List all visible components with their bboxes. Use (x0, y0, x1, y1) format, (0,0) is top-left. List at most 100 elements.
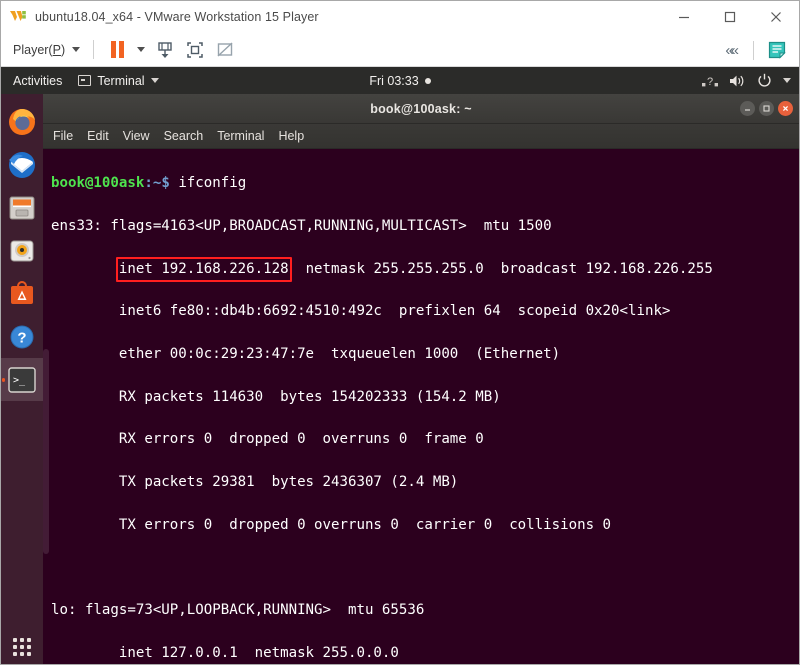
minimize-button[interactable] (661, 1, 707, 33)
menu-item-view[interactable]: View (123, 129, 150, 143)
terminal-line: inet 127.0.0.1 netmask 255.0.0.0 (51, 643, 795, 664)
ubuntu-dock: ? >_ (1, 94, 43, 664)
dock-item-terminal[interactable]: >_ (1, 358, 43, 401)
output-text: inet 127.0.0.1 netmask 255.0.0.0 (51, 644, 399, 661)
terminal-scrollbar[interactable] (43, 349, 49, 554)
notification-dot-icon (424, 77, 431, 84)
firefox-icon (9, 108, 35, 135)
terminal-close-button[interactable] (778, 101, 793, 116)
close-button[interactable] (753, 1, 799, 33)
terminal-line: lo: flags=73<UP,LOOPBACK,RUNNING> mtu 65… (51, 600, 795, 621)
menu-item-file[interactable]: File (53, 129, 73, 143)
panel-app-menu[interactable]: Terminal (72, 74, 164, 88)
unity-mode-disabled-icon (217, 41, 233, 57)
dock-item-ubuntu-software[interactable] (1, 272, 43, 315)
menu-item-terminal[interactable]: Terminal (217, 129, 264, 143)
activities-button[interactable]: Activities (1, 74, 72, 88)
files-icon (9, 196, 35, 219)
dock-item-firefox[interactable] (1, 100, 43, 143)
terminal-icon (78, 75, 92, 86)
toolbar-divider-right (753, 40, 754, 60)
menu-item-help[interactable]: Help (278, 129, 304, 143)
vmware-toolbar-right: «« (725, 33, 793, 67)
output-text: ens33: flags=4163<UP,BROADCAST,RUNNING,M… (51, 218, 552, 235)
dock-item-rhythmbox[interactable] (1, 229, 43, 272)
thunderbird-icon (9, 151, 35, 178)
toolbar-divider (93, 40, 95, 59)
player-menu-button[interactable]: Player(P) (9, 41, 84, 59)
player-menu-label-post: ) (60, 42, 66, 57)
network-unknown-icon: ? (702, 76, 718, 88)
chevron-down-icon (72, 47, 81, 52)
terminal-title: book@100ask: ~ (370, 101, 472, 116)
menu-item-search[interactable]: Search (164, 129, 204, 143)
terminal-line: inet6 fe80::db4b:6692:4510:492c prefixle… (51, 301, 795, 322)
terminal-body[interactable]: book@100ask:~$ ifconfig ens33: flags=416… (43, 149, 799, 664)
maximize-icon (763, 105, 770, 112)
maximize-button[interactable] (707, 1, 753, 33)
output-text: lo: flags=73<UP,LOOPBACK,RUNNING> mtu 65… (51, 602, 425, 619)
chevron-down-icon (137, 47, 146, 52)
output-text: RX errors 0 dropped 0 overruns 0 frame 0 (51, 431, 484, 448)
dock-item-help[interactable]: ? (1, 315, 43, 358)
command-ifconfig: ifconfig (178, 175, 247, 192)
shell-prompt-path: :~$ (144, 175, 170, 192)
terminal-line: RX errors 0 dropped 0 overruns 0 frame 0 (51, 429, 795, 450)
enter-fullscreen-button[interactable] (181, 37, 209, 63)
show-applications-icon (13, 638, 31, 656)
unity-mode-button[interactable] (211, 37, 239, 63)
show-applications-button[interactable] (1, 638, 43, 656)
menu-item-edit[interactable]: Edit (87, 129, 109, 143)
ubuntu-guest-screen: Activities Terminal Fri 03:33 ? ? >_ boo… (1, 67, 799, 664)
vmware-logo-icon (9, 8, 27, 26)
svg-text:?: ? (707, 76, 713, 88)
output-text: ether 00:0c:29:23:47:7e txqueuelen 1000 … (51, 346, 561, 363)
gnome-terminal-window: book@100ask: ~ File Edit View Search Ter… (43, 94, 799, 664)
chevron-double-left-icon[interactable]: «« (725, 42, 744, 59)
notes-icon (768, 41, 786, 59)
shell-prompt-user: book@100ask (51, 175, 145, 192)
volume-icon (730, 75, 744, 86)
output-text: inet6 fe80::db4b:6692:4510:492c prefixle… (51, 303, 671, 320)
terminal-maximize-button[interactable] (759, 101, 774, 116)
terminal-icon: >_ (8, 366, 36, 393)
terminal-line: ether 00:0c:29:23:47:7e txqueuelen 1000 … (51, 344, 795, 365)
rhythmbox-icon (10, 240, 34, 261)
panel-app-name: Terminal (97, 73, 145, 88)
player-menu-label-pre: Player( (13, 42, 53, 57)
removable-devices-button[interactable] (151, 37, 179, 63)
minimize-icon (745, 109, 750, 111)
chevron-down-icon (150, 78, 159, 83)
gnome-top-panel: Activities Terminal Fri 03:33 ? (1, 67, 799, 94)
power-icon (758, 73, 771, 87)
terminal-menubar: File Edit View Search Terminal Help (43, 124, 799, 149)
pause-button[interactable] (103, 37, 131, 63)
help-icon: ? (10, 325, 34, 348)
dock-item-files[interactable] (1, 186, 43, 229)
vmware-player-window: ubuntu18.04_x64 - VMware Workstation 15 … (0, 0, 800, 665)
pause-icon (110, 41, 124, 58)
terminal-minimize-button[interactable] (740, 101, 755, 116)
svg-text:?: ? (17, 329, 26, 346)
vmware-titlebar: ubuntu18.04_x64 - VMware Workstation 15 … (1, 1, 799, 33)
panel-clock-text: Fri 03:33 (369, 73, 419, 88)
system-menu-caret-icon (783, 78, 791, 83)
terminal-line: book@100ask:~$ ifconfig (51, 173, 795, 194)
usb-device-icon (158, 41, 172, 58)
terminal-line-highlighted: inet 192.168.226.128 netmask 255.255.255… (51, 256, 795, 283)
terminal-line: TX packets 29381 bytes 2436307 (2.4 MB) (51, 472, 795, 493)
ubuntu-software-icon (11, 280, 33, 304)
vmware-toolbar: Player(P) «« (1, 33, 799, 67)
vmware-title-text: ubuntu18.04_x64 - VMware Workstation 15 … (35, 10, 319, 24)
output-indent (51, 261, 119, 277)
svg-text:>_: >_ (13, 375, 26, 386)
vmware-window-controls (661, 1, 799, 33)
highlight-inet-address: inet 192.168.226.128 (115, 256, 292, 283)
output-text: TX errors 0 dropped 0 overruns 0 carrier… (51, 516, 612, 533)
pause-dropdown[interactable] (133, 37, 149, 63)
dock-item-thunderbird[interactable] (1, 143, 43, 186)
notes-button[interactable] (763, 37, 791, 63)
output-text: netmask 255.255.255.0 broadcast 192.168.… (288, 260, 713, 277)
panel-status-area[interactable]: ? (702, 67, 791, 94)
